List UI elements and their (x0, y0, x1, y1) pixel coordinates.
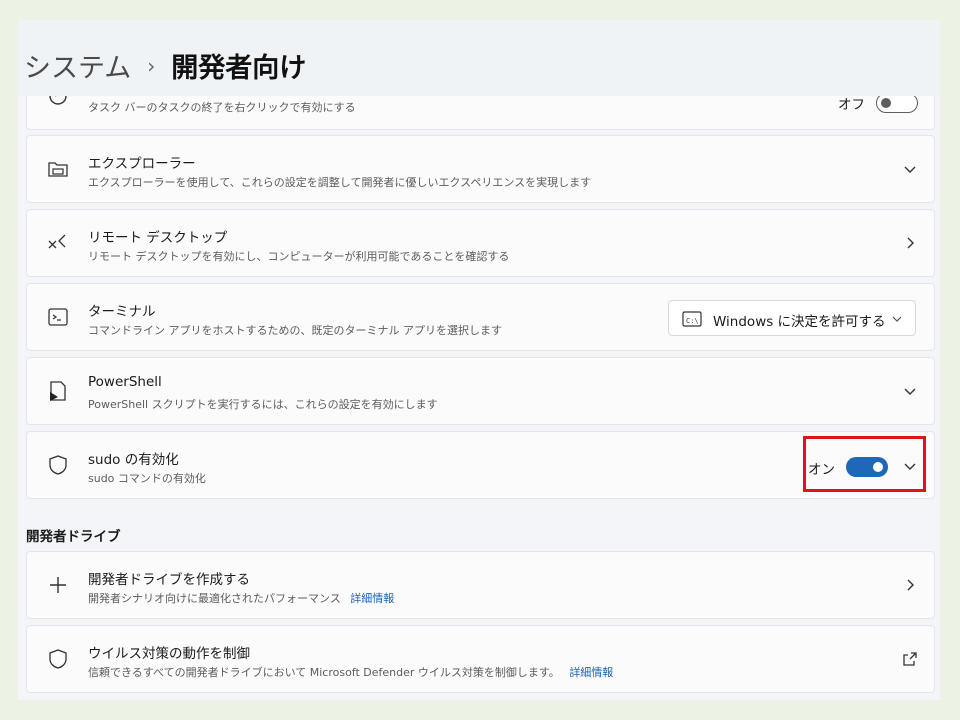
terminal-icon (48, 308, 68, 326)
breadcrumb-separator: › (147, 53, 156, 78)
terminal-card[interactable]: ターミナル コマンドライン アプリをホストするための、既定のターミナル アプリを… (26, 283, 935, 351)
chevron-down-icon[interactable] (902, 383, 918, 399)
antivirus-card[interactable]: ウイルス対策の動作を制御 信頼できるすべての開発者ドライブにおいて Micros… (26, 625, 935, 693)
powershell-desc: PowerShell スクリプトを実行するには、これらの設定を有効にします (88, 398, 438, 411)
explorer-title: エクスプローラー (88, 156, 196, 172)
learn-more-link[interactable]: 詳細情報 (569, 666, 613, 679)
antivirus-desc: 信頼できるすべての開発者ドライブにおいて Microsoft Defender … (88, 664, 613, 680)
settings-panel: タスク バーのタスクの終了を右クリックで有効にする オフ システム › 開発者向… (18, 20, 940, 700)
sudo-title: sudo の有効化 (88, 452, 179, 468)
title-bar: システム › 開発者向け (18, 20, 940, 96)
remote-desktop-card[interactable]: リモート デスクトップ リモート デスクトップを有効にし、コンピューターが利用可… (26, 209, 935, 277)
antivirus-desc-text: 信頼できるすべての開発者ドライブにおいて Microsoft Defender … (88, 666, 560, 679)
shield-icon (49, 649, 67, 669)
create-dev-drive-desc-text: 開発者シナリオ向けに最適化されたパフォーマンス (88, 592, 341, 605)
create-dev-drive-card[interactable]: 開発者ドライブを作成する 開発者シナリオ向けに最適化されたパフォーマンス 詳細情… (26, 551, 935, 619)
console-window-icon: C:\ (682, 311, 702, 327)
page-title: 開発者向け (171, 53, 307, 84)
end-task-toggle-label: オフ (838, 97, 865, 113)
create-dev-drive-desc: 開発者シナリオ向けに最適化されたパフォーマンス 詳細情報 (88, 590, 394, 606)
terminal-app-dropdown[interactable]: C:\ Windows に決定を許可する (668, 300, 916, 336)
shield-icon (49, 455, 67, 475)
sudo-desc: sudo コマンドの有効化 (88, 472, 206, 485)
explorer-desc: エクスプローラーを使用して、これらの設定を調整して開発者に優しいエクスペリエンス… (88, 176, 592, 189)
breadcrumb: システム › 開発者向け (24, 46, 306, 85)
folder-icon (48, 162, 68, 177)
chevron-down-icon[interactable] (902, 161, 918, 177)
end-task-toggle[interactable] (876, 93, 918, 113)
chevron-down-icon (892, 316, 902, 322)
learn-more-link[interactable]: 詳細情報 (350, 592, 394, 605)
remote-desktop-desc: リモート デスクトップを有効にし、コンピューターが利用可能であることを確認する (88, 250, 510, 263)
dev-drive-section-label: 開発者ドライブ (26, 529, 121, 545)
powershell-icon (50, 381, 66, 401)
terminal-desc: コマンドライン アプリをホストするための、既定のターミナル アプリを選択します (88, 324, 502, 337)
create-dev-drive-title: 開発者ドライブを作成する (88, 572, 250, 588)
powershell-card[interactable]: PowerShell PowerShell スクリプトを実行するには、これらの設… (26, 357, 935, 425)
highlight-box (803, 436, 926, 492)
antivirus-title: ウイルス対策の動作を制御 (88, 646, 250, 662)
terminal-dropdown-value: Windows に決定を許可する (713, 314, 886, 330)
terminal-title: ターミナル (88, 304, 156, 320)
remote-desktop-title: リモート デスクトップ (88, 230, 228, 246)
chevron-right-icon[interactable] (902, 235, 918, 251)
breadcrumb-parent-system[interactable]: システム (24, 46, 131, 85)
remote-desktop-icon (48, 234, 66, 249)
explorer-card[interactable]: エクスプローラー エクスプローラーを使用して、これらの設定を調整して開発者に優し… (26, 135, 935, 203)
sudo-card[interactable]: sudo の有効化 sudo コマンドの有効化 オン (26, 431, 935, 499)
chevron-right-icon[interactable] (902, 577, 918, 593)
powershell-title: PowerShell (88, 374, 162, 390)
plus-icon (50, 577, 66, 593)
external-link-icon[interactable] (902, 651, 918, 667)
svg-text:C:\: C:\ (686, 317, 699, 325)
toggle-knob (881, 97, 891, 108)
end-task-desc: タスク バーのタスクの終了を右クリックで有効にする (88, 101, 356, 114)
